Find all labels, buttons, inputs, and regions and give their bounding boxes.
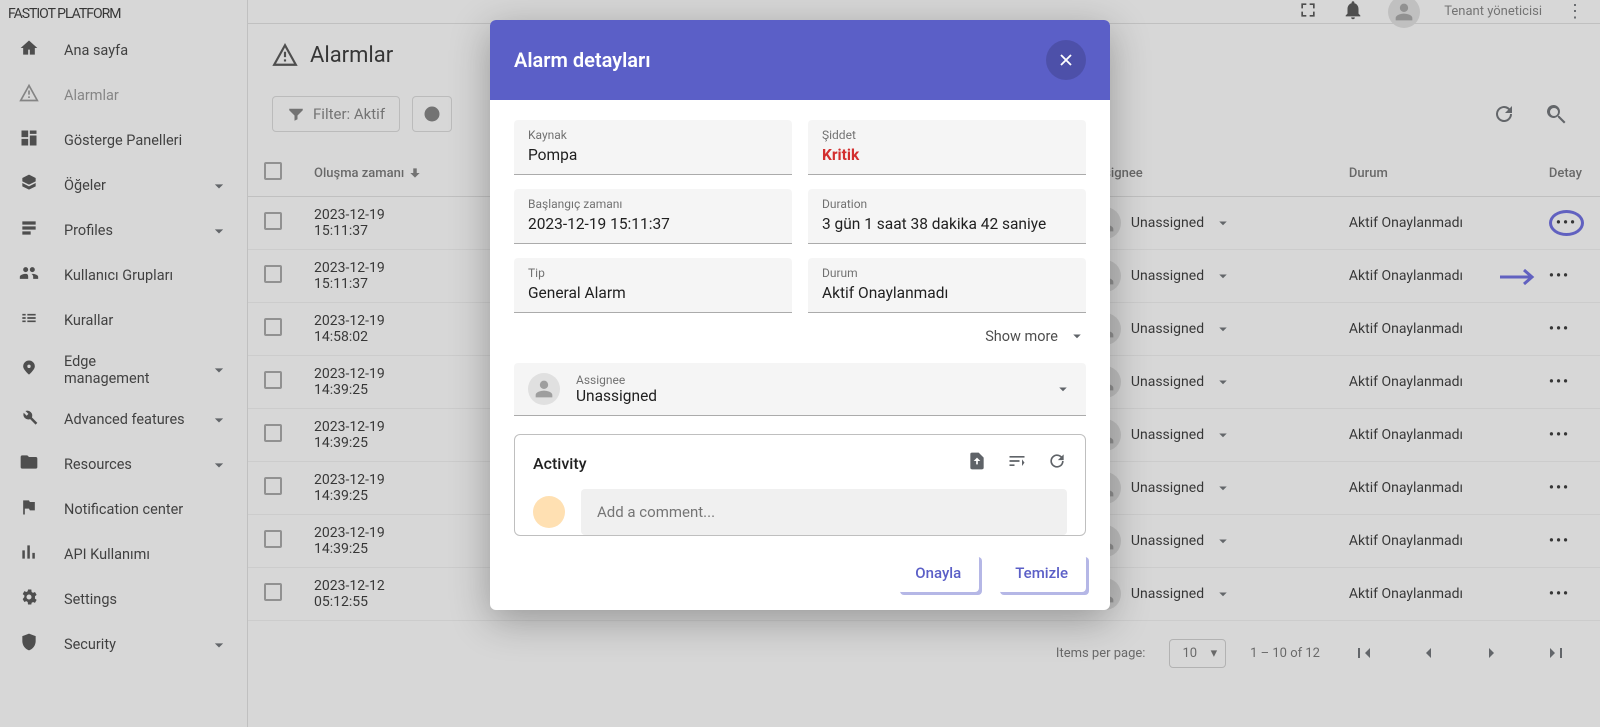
assignee-select[interactable]: Assignee Unassigned [514, 363, 1086, 416]
sort-icon[interactable] [1007, 451, 1027, 475]
field-type: Tip General Alarm [514, 258, 792, 313]
show-more-button[interactable]: Show more [514, 327, 1086, 345]
dropdown-icon [1054, 380, 1072, 398]
alarm-details-dialog: Alarm detayları Kaynak Pompa Şiddet Krit… [490, 20, 1110, 610]
avatar-icon [528, 373, 560, 405]
refresh-activity-icon[interactable] [1047, 451, 1067, 475]
dialog-title: Alarm detayları [514, 48, 651, 72]
field-severity: Şiddet Kritik [808, 120, 1086, 175]
close-button[interactable] [1046, 40, 1086, 80]
activity-title: Activity [533, 454, 587, 473]
comment-input[interactable] [581, 489, 1067, 535]
field-status: Durum Aktif Onaylanmadı [808, 258, 1086, 313]
close-icon [1056, 50, 1076, 70]
field-duration: Duration 3 gün 1 saat 38 dakika 42 saniy… [808, 189, 1086, 244]
activity-panel: Activity [514, 434, 1086, 536]
field-start-time: Başlangıç zamanı 2023-12-19 15:11:37 [514, 189, 792, 244]
comment-avatar [533, 496, 565, 528]
acknowledge-button[interactable]: Onayla [897, 554, 979, 592]
clear-button[interactable]: Temizle [997, 554, 1086, 592]
export-icon[interactable] [967, 451, 987, 475]
chevron-down-icon [1068, 327, 1086, 345]
field-source: Kaynak Pompa [514, 120, 792, 175]
